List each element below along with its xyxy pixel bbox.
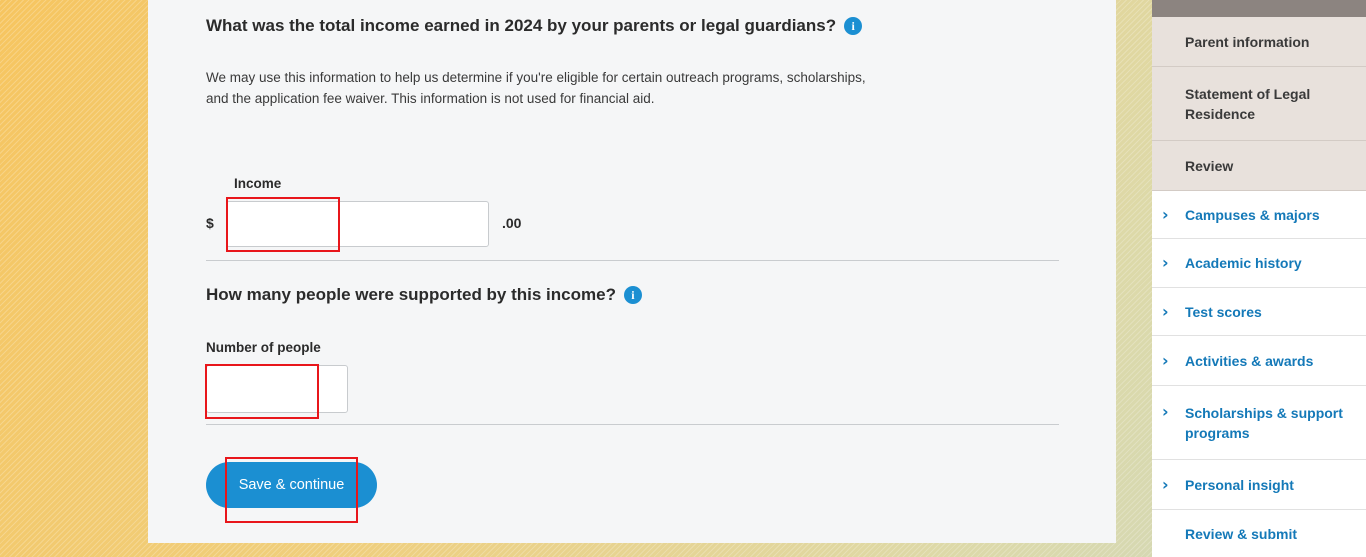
sidebar-item-label: Academic history — [1185, 255, 1302, 271]
sidebar-item-review[interactable]: Review — [1152, 141, 1366, 191]
sidebar-item-review-and-submit[interactable]: Review & submit — [1152, 510, 1366, 557]
income-helper-text: We may use this information to help us d… — [206, 70, 866, 106]
income-question-text: What was the total income earned in 2024… — [206, 16, 837, 35]
people-question-text: How many people were supported by this i… — [206, 285, 616, 304]
sidebar-item-label: Parent information — [1185, 33, 1310, 50]
form-card: What was the total income earned in 2024… — [148, 0, 1116, 543]
info-icon[interactable]: i — [623, 286, 642, 304]
sidebar-item-personal-insight[interactable]: › Personal insight — [1152, 460, 1366, 510]
currency-symbol: $ — [206, 215, 214, 231]
sidebar-item-statement-of-legal-residence[interactable]: Statement of Legal Residence — [1152, 67, 1366, 141]
chevron-right-icon: › — [1162, 474, 1169, 494]
income-label: Income — [234, 176, 282, 191]
info-icon[interactable]: i — [844, 17, 863, 35]
sidebar-item-scholarships-and-support-programs[interactable]: › Scholarships & support programs — [1152, 386, 1366, 460]
chevron-right-icon: › — [1162, 402, 1169, 421]
sidebar-item-label: Test scores — [1185, 303, 1262, 320]
sidebar-item-label: Scholarships & support programs — [1185, 404, 1343, 441]
sidebar-item-label: Review — [1185, 157, 1234, 174]
people-label: Number of people — [206, 340, 321, 355]
sidebar-item-label: Activities & awards — [1185, 352, 1314, 369]
sidebar-item-label: Review & submit — [1185, 525, 1298, 542]
sidebar-item-label: Statement of Legal Residence — [1185, 85, 1311, 122]
income-question-heading: What was the total income earned in 2024… — [206, 16, 863, 36]
chevron-right-icon: › — [1162, 204, 1169, 224]
chevron-right-icon: › — [1162, 350, 1169, 370]
income-input[interactable] — [226, 201, 489, 247]
cents-suffix: .00 — [502, 215, 522, 231]
chevron-right-icon: › — [1162, 301, 1169, 321]
sidebar-top-bar — [1152, 0, 1366, 17]
sidebar-item-label: Campuses & majors — [1185, 206, 1320, 223]
sidebar-item-parent-information[interactable]: Parent information — [1152, 17, 1366, 67]
sidebar-item-label: Personal insight — [1185, 476, 1294, 493]
chevron-right-icon: › — [1162, 253, 1169, 272]
sidebar-item-test-scores[interactable]: › Test scores — [1152, 288, 1366, 336]
save-and-continue-button[interactable]: Save & continue — [206, 462, 377, 508]
application-sidebar: Parent information Statement of Legal Re… — [1152, 0, 1366, 557]
sidebar-item-campuses-and-majors[interactable]: › Campuses & majors — [1152, 191, 1366, 239]
number-of-people-input[interactable] — [206, 365, 348, 413]
sidebar-item-academic-history[interactable]: › Academic history — [1152, 239, 1366, 288]
sidebar-item-activities-and-awards[interactable]: › Activities & awards — [1152, 336, 1366, 386]
section-divider — [206, 260, 1059, 261]
section-divider — [206, 424, 1059, 425]
people-question-heading: How many people were supported by this i… — [206, 285, 642, 305]
